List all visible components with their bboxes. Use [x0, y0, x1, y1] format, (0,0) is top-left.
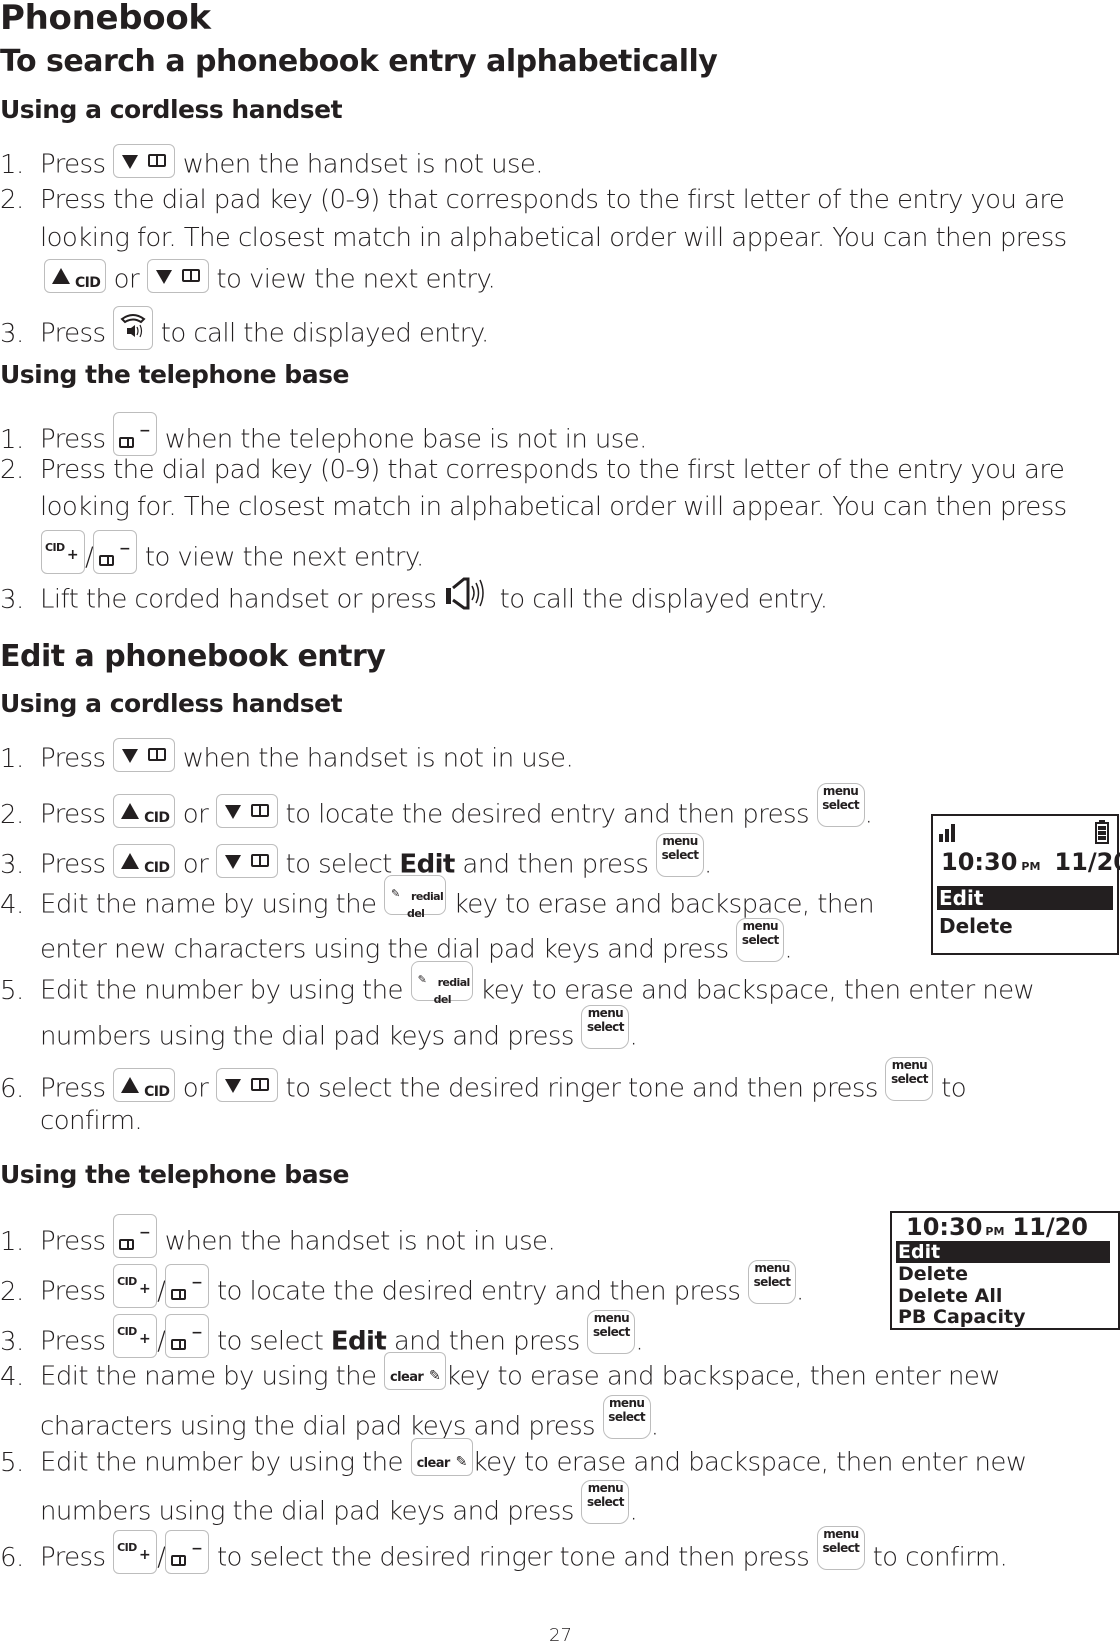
up-cid-key-icon: CID	[113, 794, 176, 828]
menu-select-key-icon: menu select	[581, 1005, 630, 1049]
search-handset-step-2-line2: looking for. The closest match in alphab…	[40, 223, 1067, 253]
menu-select-key-icon: menu select	[602, 1395, 651, 1439]
screen-menu-item: Delete All	[898, 1285, 1003, 1307]
base-cid-plus-key-icon: CID +	[41, 530, 85, 574]
edit-base-step-4-line2: characters using the dial pad keys and p…	[40, 1395, 659, 1442]
search-handset-step-2-line3: CID or to view the next entry.	[44, 259, 496, 297]
up-cid-key-icon: CID	[113, 844, 176, 878]
base-cid-plus-key-icon: CID +	[113, 1530, 158, 1574]
menu-select-key-icon: menu select	[581, 1480, 630, 1524]
search-base-step-2-line3: CID + / − to view the next entry.	[41, 530, 424, 580]
screen-ampm: PM	[985, 1225, 1005, 1238]
subheading-edit-base: Using the telephone base	[0, 1160, 349, 1189]
edit-handset-step-2: 2. Press CID or to locate the desired ent…	[0, 783, 873, 830]
edit-handset-step-3: 3. Press CID or to select Edit and then p…	[0, 833, 712, 880]
down-phonebook-key-icon	[215, 1068, 278, 1102]
edit-handset-step-6-line2: confirm.	[40, 1106, 143, 1136]
screen-menu-item-selected: Edit	[896, 1241, 1110, 1263]
screen-menu-item: Delete	[898, 1263, 969, 1285]
menu-select-key-icon: menu select	[748, 1260, 797, 1304]
screen-time: 10:30	[941, 848, 1018, 876]
base-phonebook-minus-key-icon: −	[113, 1214, 158, 1258]
section-heading-search: To search a phonebook entry alphabetical…	[0, 44, 718, 79]
screen-date: 11/20	[1012, 1213, 1088, 1241]
edit-handset-step-5-line2: numbers using the dial pad keys and pres…	[40, 1005, 638, 1052]
signal-icon	[939, 824, 955, 842]
search-handset-step-1: 1. Press when the handset is not use.	[0, 144, 544, 182]
battery-icon	[1095, 820, 1109, 844]
edit-base-step-5-line2: numbers using the dial pad keys and pres…	[40, 1480, 638, 1527]
base-cid-plus-key-icon: CID +	[113, 1314, 158, 1358]
search-base-step-2-line2: looking for. The closest match in alphab…	[40, 492, 1067, 522]
menu-select-key-icon: menu select	[736, 918, 785, 962]
base-phonebook-minus-key-icon: −	[165, 1530, 210, 1574]
search-base-step-2: 2. Press the dial pad key (0-9) that corr…	[0, 455, 1065, 485]
clear-mute-key-icon: clear ✎	[410, 1438, 473, 1476]
edit-base-step-6: 6. Press CID + / − to select the desired rin…	[0, 1526, 1008, 1574]
screen-ampm: PM	[1021, 860, 1041, 873]
down-phonebook-key-icon	[215, 844, 278, 878]
search-handset-step-2: 2. Press the dial pad key (0-9) that corr…	[0, 185, 1065, 215]
edit-base-step-4: 4. Edit the name by using the clear ✎ key t…	[0, 1352, 1001, 1396]
edit-base-step-1: 1. Press − when the handset is not in use…	[0, 1214, 556, 1264]
base-phonebook-minus-key-icon: −	[165, 1314, 210, 1358]
page-number: 27	[549, 1625, 572, 1646]
clear-mute-key-icon: clear ✎	[384, 1352, 447, 1390]
screen-menu-item: PB Capacity	[898, 1306, 1026, 1328]
base-phonebook-minus-key-icon: −	[165, 1264, 210, 1308]
down-phonebook-key-icon	[113, 738, 176, 772]
base-lcd-screen: 10:30 PM 11/20 Edit Delete Delete All PB C…	[890, 1211, 1120, 1330]
screen-date: 11/20	[1054, 848, 1120, 876]
edit-handset-step-6: 6. Press CID or to select the desired rin…	[0, 1057, 967, 1104]
up-cid-key-icon: CID	[44, 259, 106, 293]
base-phonebook-minus-key-icon: −	[113, 412, 158, 456]
speakerphone-key-icon	[113, 306, 154, 350]
search-handset-step-3: 3. Press to call the displayed entry.	[0, 306, 489, 356]
redial-del-mute-key-icon: ✎ redial del	[384, 875, 447, 920]
menu-select-key-icon: menu select	[656, 833, 704, 877]
speaker-icon	[445, 577, 484, 610]
handset-lcd-screen: 10:30PM 11/20 Edit Delete	[931, 814, 1120, 955]
menu-select-key-icon: menu select	[816, 1526, 865, 1570]
redial-del-mute-key-icon: ✎ redial del	[410, 961, 473, 1006]
menu-select-key-icon: menu select	[885, 1057, 934, 1101]
subheading-search-base: Using the telephone base	[0, 360, 349, 389]
page-title: Phonebook	[0, 0, 211, 38]
menu-select-key-icon: menu select	[816, 783, 865, 827]
screen-menu-item: Delete	[939, 914, 1013, 938]
screen-menu-item-selected: Edit	[937, 886, 1113, 910]
base-phonebook-minus-key-icon: −	[93, 530, 138, 574]
down-phonebook-key-icon	[215, 794, 278, 828]
down-phonebook-key-icon	[113, 144, 176, 178]
subheading-edit-handset: Using a cordless handset	[0, 689, 343, 718]
edit-handset-step-1: 1. Press when the handset is not in use.	[0, 738, 574, 776]
edit-base-step-2: 2. Press CID + / − to locate the desired ent…	[0, 1260, 804, 1308]
subheading-search-handset: Using a cordless handset	[0, 95, 343, 124]
screen-time: 10:30	[906, 1213, 983, 1241]
up-cid-key-icon: CID	[113, 1068, 176, 1102]
edit-base-step-5: 5. Edit the number by using the clear ✎ key…	[0, 1438, 1027, 1482]
down-phonebook-key-icon	[146, 259, 209, 293]
menu-select-key-icon: menu select	[587, 1310, 636, 1354]
search-base-step-3: 3. Lift the corded handset or press to ca…	[0, 577, 828, 618]
section-heading-edit: Edit a phonebook entry	[0, 639, 386, 674]
edit-handset-step-5: 5. Edit the number by using the ✎ redial de…	[0, 961, 1035, 1011]
base-cid-plus-key-icon: CID +	[113, 1264, 158, 1308]
